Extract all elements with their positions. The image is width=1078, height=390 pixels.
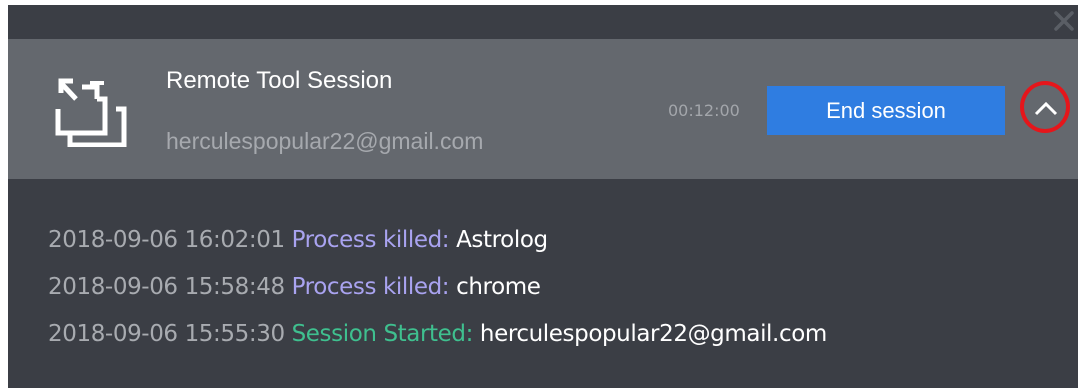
log-event: Session Started: xyxy=(291,321,474,347)
close-button[interactable] xyxy=(1050,7,1078,35)
log-event: Process killed: xyxy=(291,227,450,253)
remote-session-icon xyxy=(55,78,127,147)
session-header: Remote Tool Session herculespopular22@gm… xyxy=(8,39,1078,179)
close-icon xyxy=(1054,11,1074,31)
chevron-up-icon xyxy=(1034,101,1058,116)
log-detail: Astrolog xyxy=(456,227,548,253)
log-timestamp: 2018-09-06 15:55:30 xyxy=(48,321,285,347)
event-log: 2018-09-06 16:02:01 Process killed: Astr… xyxy=(48,217,827,358)
log-event: Process killed: xyxy=(291,274,450,300)
log-timestamp: 2018-09-06 16:02:01 xyxy=(48,227,285,253)
session-panel: Remote Tool Session herculespopular22@gm… xyxy=(8,5,1078,388)
collapse-button[interactable] xyxy=(1026,88,1066,128)
session-user: herculespopular22@gmail.com xyxy=(166,128,484,154)
log-entry: 2018-09-06 15:58:48 Process killed: chro… xyxy=(48,264,827,311)
end-session-button[interactable]: End session xyxy=(767,86,1005,135)
log-detail: chrome xyxy=(456,274,541,300)
log-detail: herculespopular22@gmail.com xyxy=(479,321,827,347)
log-timestamp: 2018-09-06 15:58:48 xyxy=(48,274,285,300)
session-title: Remote Tool Session xyxy=(166,67,393,94)
log-entry: 2018-09-06 15:55:30 Session Started: her… xyxy=(48,311,827,358)
log-entry: 2018-09-06 16:02:01 Process killed: Astr… xyxy=(48,217,827,264)
session-timer: 00:12:00 xyxy=(668,101,740,120)
title-bar xyxy=(8,5,1078,39)
